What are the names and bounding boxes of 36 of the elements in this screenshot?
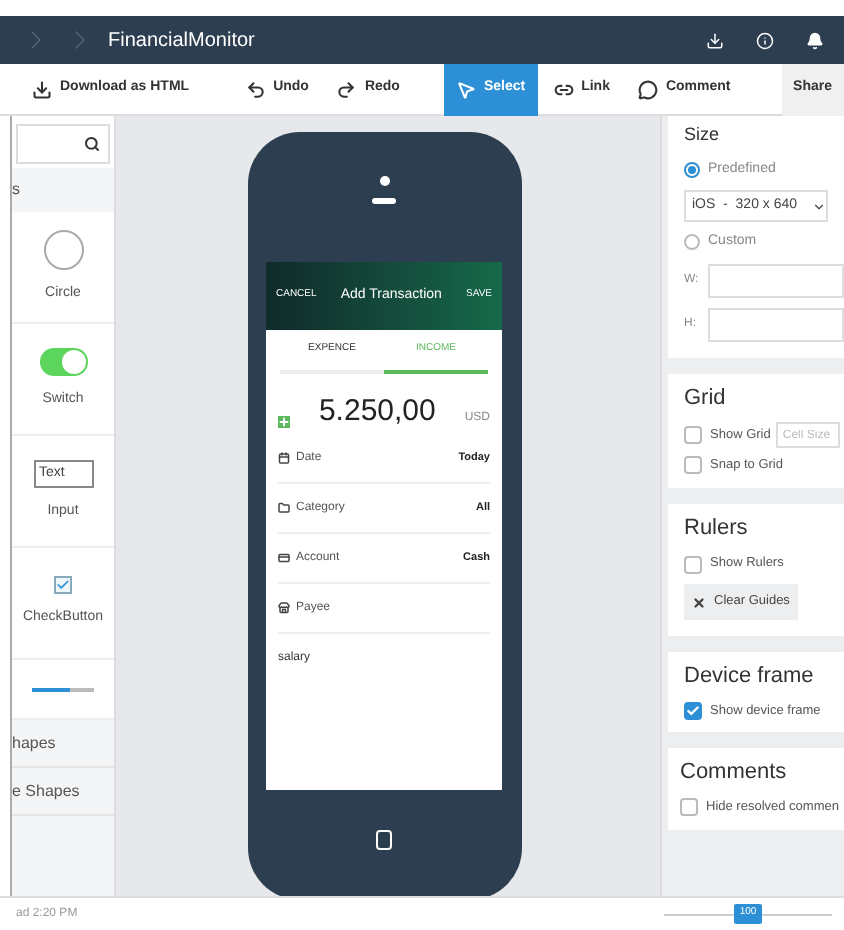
- link-icon: [553, 79, 574, 99]
- redo-icon: [336, 79, 357, 99]
- category-icon: [278, 502, 290, 514]
- close-icon: [692, 595, 706, 609]
- section-title: Device frame: [684, 662, 816, 692]
- download-icon: [32, 79, 52, 99]
- section-title: Grid: [684, 383, 728, 413]
- checkbox[interactable]: [684, 456, 702, 475]
- component-tile[interactable]: [12, 660, 114, 720]
- payee-icon: [278, 602, 290, 614]
- amount-value: 5.250,00: [316, 391, 438, 431]
- plus-icon: [278, 416, 290, 428]
- checkbox[interactable]: [684, 701, 702, 720]
- checkbox[interactable]: [684, 555, 702, 574]
- undo-icon: [245, 79, 266, 99]
- download-icon[interactable]: [706, 31, 724, 49]
- window-title: FinancialMonitor: [108, 27, 255, 55]
- section-title: Comments: [680, 758, 789, 789]
- section-title: Rulers: [684, 513, 748, 544]
- search-field[interactable]: [16, 124, 110, 164]
- bell-icon[interactable]: [806, 31, 824, 49]
- account-icon: [278, 552, 290, 564]
- radio-button[interactable]: [684, 234, 700, 251]
- select-icon: [455, 79, 476, 99]
- input-field[interactable]: [708, 263, 844, 297]
- home-button-icon[interactable]: [376, 830, 392, 850]
- info-icon[interactable]: [756, 31, 774, 49]
- search-icon: [84, 136, 100, 152]
- checkbox[interactable]: [684, 426, 702, 444]
- radio-button[interactable]: [684, 161, 700, 178]
- caret-icon: [812, 199, 826, 213]
- section-title: Size: [684, 122, 722, 148]
- checkbox[interactable]: [680, 798, 698, 817]
- comment-icon: [637, 79, 658, 99]
- input-field[interactable]: [708, 307, 844, 341]
- date-icon: [278, 452, 290, 464]
